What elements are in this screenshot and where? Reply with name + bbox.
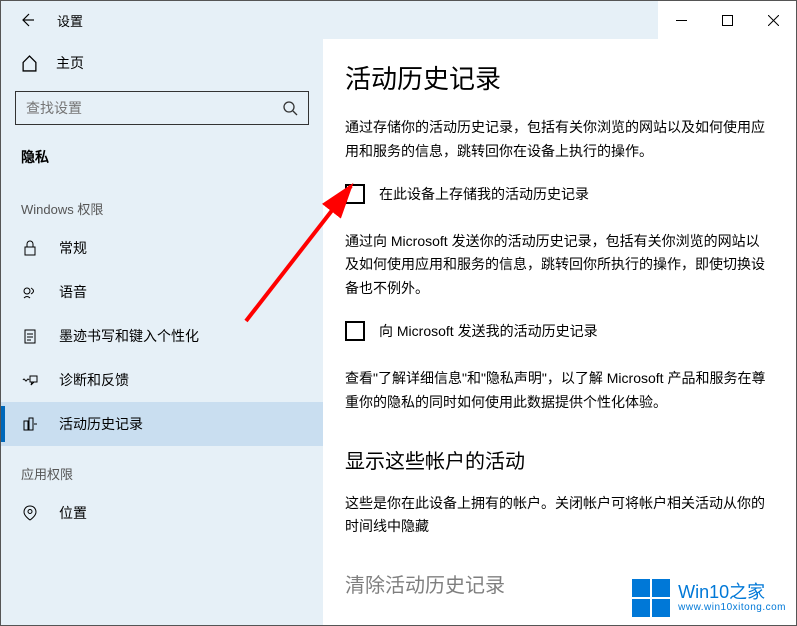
home-button[interactable]: 主页 xyxy=(1,45,323,81)
maximize-icon xyxy=(722,15,733,26)
watermark: Win10之家 www.win10xitong.com xyxy=(632,579,786,617)
checkbox-label: 在此设备上存储我的活动历史记录 xyxy=(379,184,589,204)
subheading-accounts: 显示这些帐户的活动 xyxy=(345,445,768,474)
sidebar-item-general[interactable]: 常规 xyxy=(1,226,323,270)
sidebar-item-activity-history[interactable]: 活动历史记录 xyxy=(1,402,323,446)
description-3: 查看"了解详细信息"和"隐私声明"，以了解 Microsoft 产品和服务在尊重… xyxy=(345,367,768,415)
minimize-icon xyxy=(676,15,687,26)
minimize-button[interactable] xyxy=(658,1,704,39)
close-icon xyxy=(768,15,779,26)
checkbox-icon[interactable] xyxy=(345,321,365,341)
titlebar: 设置 xyxy=(1,1,796,39)
speech-icon xyxy=(21,284,39,300)
search-field[interactable] xyxy=(26,100,257,116)
feedback-icon xyxy=(21,372,39,388)
content-area: 活动历史记录 通过存储你的活动历史记录，包括有关你浏览的网站以及如何使用应用和服… xyxy=(323,39,796,625)
description-2: 通过向 Microsoft 发送你的活动历史记录，包括有关你浏览的网站以及如何使… xyxy=(345,230,768,301)
location-icon xyxy=(21,505,39,521)
sidebar-item-label: 活动历史记录 xyxy=(59,414,143,434)
checkbox-label: 向 Microsoft 发送我的活动历史记录 xyxy=(379,321,598,341)
home-label: 主页 xyxy=(56,53,84,73)
sidebar-item-label: 语音 xyxy=(59,282,87,302)
sidebar-item-ink[interactable]: 墨迹书写和键入个性化 xyxy=(1,314,323,358)
sidebar-item-location[interactable]: 位置 xyxy=(1,491,323,535)
clipboard-icon xyxy=(21,328,39,344)
checkbox-store-on-device[interactable]: 在此设备上存储我的活动历史记录 xyxy=(345,184,768,204)
sidebar-item-label: 诊断和反馈 xyxy=(59,370,129,390)
group-app-permissions: 应用权限 xyxy=(1,446,323,491)
activity-icon xyxy=(21,416,39,432)
arrow-left-icon xyxy=(19,12,35,28)
checkbox-send-to-microsoft[interactable]: 向 Microsoft 发送我的活动历史记录 xyxy=(345,321,768,341)
group-windows-permissions: Windows 权限 xyxy=(1,181,323,226)
watermark-brand: Win10之家 xyxy=(678,583,786,603)
lock-icon xyxy=(21,240,39,256)
search-icon xyxy=(282,100,298,116)
checkbox-icon[interactable] xyxy=(345,184,365,204)
description-1: 通过存储你的活动历史记录，包括有关你浏览的网站以及如何使用应用和服务的信息，跳转… xyxy=(345,116,768,164)
description-4: 这些是你在此设备上拥有的帐户。关闭帐户可将帐户相关活动从你的时间线中隐藏 xyxy=(345,492,768,540)
sidebar-item-speech[interactable]: 语音 xyxy=(1,270,323,314)
sidebar-item-label: 墨迹书写和键入个性化 xyxy=(59,326,199,346)
section-privacy: 隐私 xyxy=(1,141,323,181)
window-controls xyxy=(658,1,796,39)
sidebar-item-label: 常规 xyxy=(59,238,87,258)
window-title: 设置 xyxy=(57,11,83,30)
sidebar: 主页 隐私 Windows 权限 常规 语音 xyxy=(1,39,323,625)
search-input[interactable] xyxy=(15,91,309,125)
close-button[interactable] xyxy=(750,1,796,39)
windows-logo-icon xyxy=(632,579,670,617)
sidebar-item-label: 位置 xyxy=(59,503,87,523)
watermark-url: www.win10xitong.com xyxy=(678,602,786,613)
maximize-button[interactable] xyxy=(704,1,750,39)
home-icon xyxy=(21,55,38,72)
sidebar-item-diagnostics[interactable]: 诊断和反馈 xyxy=(1,358,323,402)
back-button[interactable] xyxy=(11,4,43,36)
page-heading: 活动历史记录 xyxy=(345,59,768,96)
